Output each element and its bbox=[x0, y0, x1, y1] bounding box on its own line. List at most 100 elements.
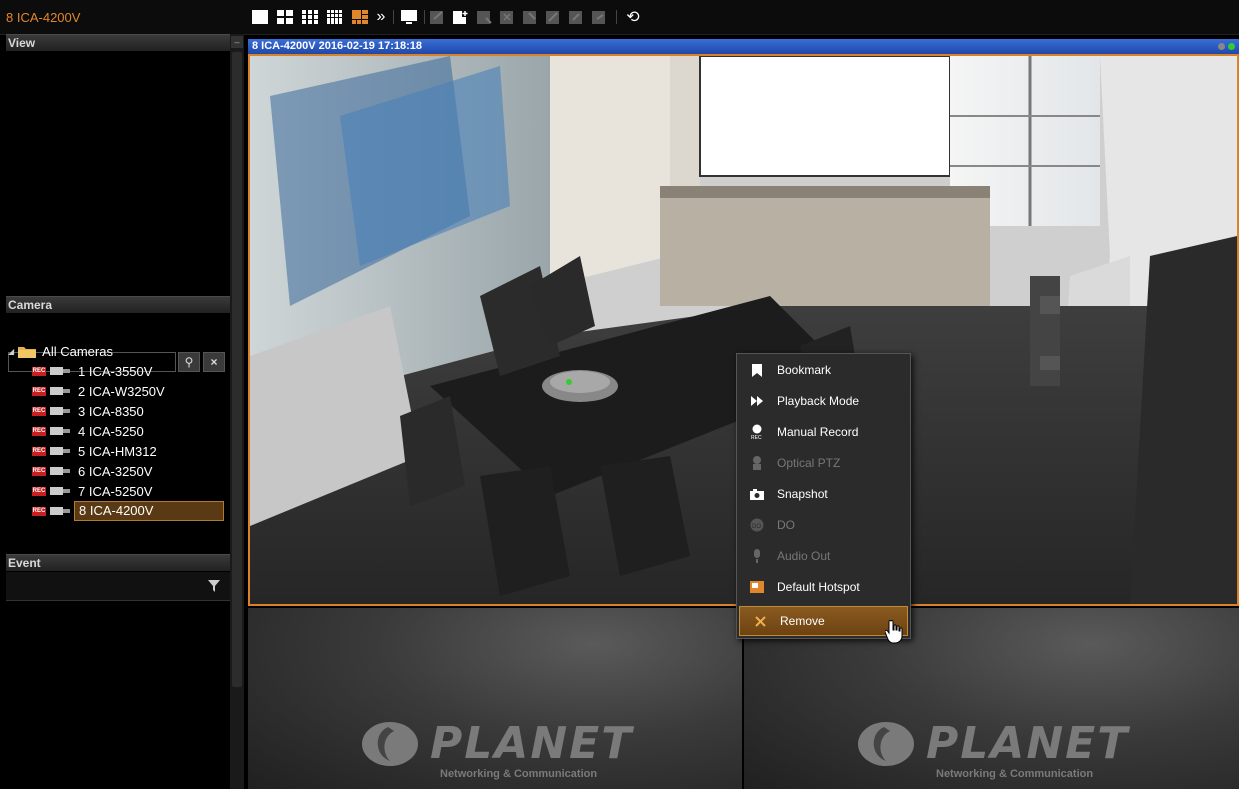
camera-item-6[interactable]: REC 6 ICA-3250V bbox=[16, 461, 152, 481]
event-toolbar bbox=[6, 572, 230, 601]
rec-badge-icon: REC bbox=[32, 466, 46, 476]
layout-2x2-icon[interactable] bbox=[276, 8, 294, 26]
menu-item-snapshot[interactable]: Snapshot bbox=[737, 479, 908, 509]
record-icon: REC bbox=[749, 424, 765, 440]
scrollbar-thumb[interactable] bbox=[232, 52, 242, 687]
camera-icon bbox=[50, 367, 70, 375]
menu-item-label: Optical PTZ bbox=[777, 456, 841, 470]
delete-view-icon[interactable] bbox=[499, 8, 517, 26]
menu-item-default-hotspot[interactable]: Default Hotspot bbox=[737, 572, 908, 602]
event-section-header[interactable]: Event bbox=[6, 554, 230, 571]
clear-search-icon[interactable]: × bbox=[203, 352, 225, 372]
sidebar: View Camera ⚲ × ◢ All Cameras REC 1 ICA-… bbox=[6, 34, 230, 789]
expand-arrow-icon[interactable]: ◢ bbox=[8, 347, 14, 356]
camera-icon bbox=[50, 427, 70, 435]
menu-item-manual-record[interactable]: REC Manual Record bbox=[737, 417, 908, 447]
camera-icon bbox=[50, 467, 70, 475]
camera-item-1[interactable]: REC 1 ICA-3550V bbox=[16, 361, 152, 381]
search-icon[interactable]: ⚲ bbox=[178, 352, 200, 372]
menu-item-label: Manual Record bbox=[777, 425, 859, 439]
planet-logo-text: PLANET bbox=[430, 718, 634, 769]
tree-root[interactable]: ◢ All Cameras bbox=[8, 341, 113, 361]
save-view-icon[interactable] bbox=[522, 8, 540, 26]
fullscreen-icon[interactable] bbox=[400, 8, 418, 26]
planet-logo-text: PLANET bbox=[926, 718, 1130, 769]
planet-logo-icon bbox=[858, 721, 914, 766]
camera-section-header[interactable]: Camera bbox=[6, 296, 230, 313]
rec-badge-icon: REC bbox=[32, 486, 46, 496]
empty-video-tile[interactable]: PLANET Networking & Communication bbox=[248, 608, 742, 789]
rename-view-icon[interactable] bbox=[545, 8, 563, 26]
menu-item-optical-ptz[interactable]: Optical PTZ bbox=[737, 448, 908, 478]
menu-item-label: DO bbox=[777, 518, 795, 532]
camera-item-4[interactable]: REC 4 ICA-5250 bbox=[16, 421, 144, 441]
hand-cursor-icon bbox=[885, 620, 903, 644]
toolbar: 8 ICA-4200V » ⟲ bbox=[0, 0, 1239, 35]
camera-item-8[interactable]: REC 8 ICA-4200V bbox=[16, 501, 224, 521]
camera-item-7[interactable]: REC 7 ICA-5250V bbox=[16, 481, 152, 501]
filter-icon[interactable] bbox=[208, 580, 220, 592]
rec-badge-icon: REC bbox=[32, 386, 46, 396]
menu-item-label: Bookmark bbox=[777, 363, 832, 377]
menu-item-label: Audio Out bbox=[777, 549, 831, 563]
menu-item-bookmark[interactable]: Bookmark bbox=[737, 355, 908, 385]
menu-item-do[interactable]: DO DO bbox=[737, 510, 908, 540]
new-view-icon[interactable] bbox=[452, 8, 470, 26]
menu-item-label: Default Hotspot bbox=[777, 580, 860, 594]
toolbar-divider bbox=[616, 10, 617, 24]
hotspot-icon bbox=[749, 579, 765, 595]
layout-1x1-icon[interactable] bbox=[251, 8, 269, 26]
import-view-icon[interactable] bbox=[591, 8, 609, 26]
live-dot-icon bbox=[1228, 43, 1235, 50]
camera-icon bbox=[50, 407, 70, 415]
menu-item-playback-mode[interactable]: Playback Mode bbox=[737, 386, 908, 416]
view-section-header[interactable]: View bbox=[6, 34, 230, 51]
camera-label: 3 ICA-8350 bbox=[78, 403, 144, 419]
camera-label: 4 ICA-5250 bbox=[78, 423, 144, 439]
camera-label: 6 ICA-3250V bbox=[78, 463, 153, 479]
folder-icon bbox=[18, 346, 37, 358]
camera-item-2[interactable]: REC 2 ICA-W3250V bbox=[16, 381, 165, 401]
menu-item-label: Snapshot bbox=[777, 487, 828, 501]
layout-custom-icon[interactable] bbox=[351, 8, 369, 26]
close-icon bbox=[752, 613, 768, 629]
status-dot-icon bbox=[1218, 43, 1225, 50]
layout-4x4-icon[interactable] bbox=[326, 8, 344, 26]
tree-root-label: All Cameras bbox=[42, 343, 113, 359]
toolbar-divider bbox=[393, 10, 394, 24]
menu-item-audio-out[interactable]: Audio Out bbox=[737, 541, 908, 571]
camera-icon bbox=[50, 487, 70, 495]
svg-text:REC: REC bbox=[751, 435, 762, 440]
rec-badge-icon: REC bbox=[32, 426, 46, 436]
rec-badge-icon: REC bbox=[32, 366, 46, 376]
camera-title: 8 ICA-4200V 2016-02-19 17:18:18 bbox=[252, 40, 423, 52]
rec-badge-icon: REC bbox=[32, 406, 46, 416]
menu-item-label: Remove bbox=[780, 614, 825, 628]
camera-icon bbox=[50, 447, 70, 455]
export-view-icon[interactable] bbox=[568, 8, 586, 26]
edit-view-icon[interactable] bbox=[476, 8, 494, 26]
camera-label: 5 ICA-HM312 bbox=[78, 443, 157, 459]
ptz-icon bbox=[749, 455, 765, 471]
rec-badge-icon: REC bbox=[32, 446, 46, 456]
layout-3x3-icon[interactable] bbox=[301, 8, 319, 26]
planet-logo: PLANET bbox=[360, 718, 633, 769]
menu-item-remove[interactable]: Remove bbox=[739, 606, 908, 636]
microphone-icon bbox=[749, 548, 765, 564]
add-view-icon[interactable] bbox=[429, 8, 447, 26]
planet-logo-icon bbox=[362, 721, 418, 766]
camera-item-5[interactable]: REC 5 ICA-HM312 bbox=[16, 441, 157, 461]
collapse-sidebar-icon[interactable]: – bbox=[231, 36, 243, 48]
camera-icon bbox=[749, 486, 765, 502]
camera-titlebar: 8 ICA-4200V 2016-02-19 17:18:18 bbox=[248, 39, 1239, 54]
rec-badge-icon: REC bbox=[32, 506, 46, 516]
planet-tagline: Networking & Communication bbox=[440, 768, 598, 780]
camera-icon bbox=[50, 507, 70, 515]
refresh-icon[interactable]: ⟲ bbox=[624, 8, 642, 26]
context-menu: Bookmark Playback Mode REC Manual Record… bbox=[736, 353, 911, 639]
svg-text:DO: DO bbox=[752, 524, 761, 530]
more-layouts-icon[interactable]: » bbox=[374, 8, 388, 26]
camera-icon bbox=[50, 387, 70, 395]
camera-item-3[interactable]: REC 3 ICA-8350 bbox=[16, 401, 144, 421]
app-title: 8 ICA-4200V bbox=[6, 10, 81, 25]
